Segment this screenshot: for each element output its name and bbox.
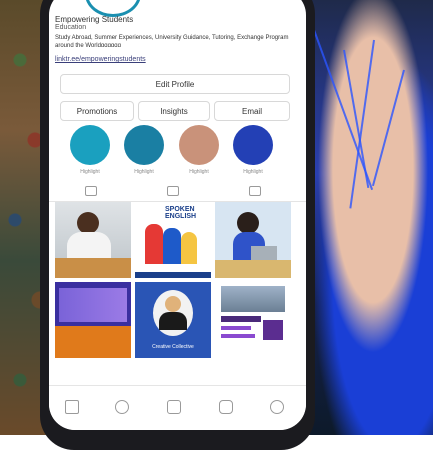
highlight-1[interactable] xyxy=(70,125,110,165)
post-tile-5[interactable]: Creative Collective xyxy=(135,282,211,358)
post-tile-6[interactable] xyxy=(215,282,291,358)
phone-frame: Empowering Students Education Study Abro… xyxy=(40,0,315,450)
post-tile-1[interactable] xyxy=(55,202,131,278)
tagged-icon[interactable] xyxy=(249,186,261,196)
highlight-label-1: Highlight xyxy=(80,169,100,175)
highlight-2[interactable] xyxy=(124,125,164,165)
highlight-label-2: Highlight xyxy=(134,169,154,175)
profile-bio: Study Abroad, Summer Experiences, Univer… xyxy=(55,35,289,49)
home-icon[interactable] xyxy=(65,400,79,414)
reels-tab-icon[interactable] xyxy=(167,186,179,196)
reels-icon[interactable] xyxy=(167,400,181,414)
edit-profile-button[interactable]: Edit Profile xyxy=(60,74,290,94)
highlight-4[interactable] xyxy=(233,125,273,165)
search-icon[interactable] xyxy=(115,400,129,414)
profile-link[interactable]: linktr.ee/empoweringstudents xyxy=(55,56,146,63)
creative-collective-text: Creative Collective xyxy=(152,344,194,350)
post-tile-4[interactable] xyxy=(55,282,131,358)
profile-name: Empowering Students xyxy=(55,15,134,24)
profile-icon[interactable] xyxy=(270,400,284,414)
email-button[interactable]: Email xyxy=(214,101,290,121)
post-tile-2[interactable]: SPOKEN ENGLISH xyxy=(135,202,211,278)
highlight-3[interactable] xyxy=(179,125,219,165)
grid-icon[interactable] xyxy=(85,186,97,196)
shop-icon[interactable] xyxy=(219,400,233,414)
highlight-label-4: Highlight xyxy=(243,169,263,175)
post-tile-3[interactable] xyxy=(215,202,291,278)
highlight-label-3: Highlight xyxy=(189,169,209,175)
bottom-navigation xyxy=(49,385,306,430)
insights-button[interactable]: Insights xyxy=(138,101,210,121)
profile-category: Education xyxy=(55,24,87,31)
promotions-button[interactable]: Promotions xyxy=(60,101,134,121)
instagram-profile-screen: Empowering Students Education Study Abro… xyxy=(49,0,306,430)
spoken-english-text: SPOKEN ENGLISH xyxy=(165,206,197,220)
